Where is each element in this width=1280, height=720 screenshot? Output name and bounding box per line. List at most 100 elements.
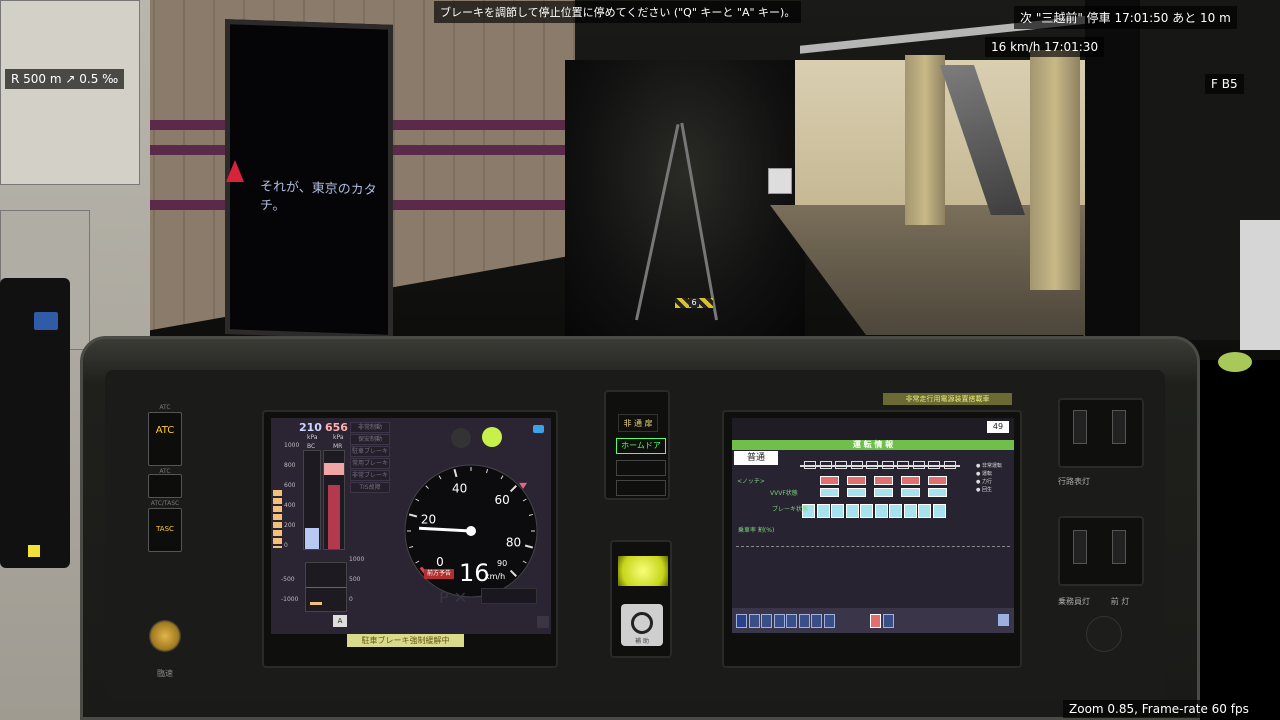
ops-screen: 49 運 転 情 報 普通 <ノッチ> VVVF状態 ブレーキ状態 乗車率 割(…	[732, 418, 1014, 633]
ops-header	[732, 418, 1014, 442]
info-field	[481, 588, 537, 604]
ops-tab[interactable]	[823, 614, 835, 628]
indicator-button: TIS故障	[350, 482, 390, 493]
vvvf-status-block	[847, 488, 866, 497]
blank-lamp-2	[616, 480, 666, 496]
poster-text: それが、東京のカタチ。	[260, 179, 377, 215]
pressure-tick-label: 1000	[284, 442, 300, 449]
headlight-caption: 前 灯	[1110, 597, 1130, 606]
rail-left	[635, 124, 680, 321]
legend-item: ● 力行	[976, 479, 992, 485]
ops-tab[interactable]	[786, 614, 797, 628]
mr-bar	[328, 484, 340, 549]
ops-tab[interactable]	[773, 614, 785, 628]
vvvf-status-block	[901, 488, 920, 497]
ops-tab[interactable]	[798, 614, 810, 628]
door-switch[interactable]: 補 助	[621, 604, 663, 646]
atc-sub-lamp	[148, 474, 182, 498]
ops-tab[interactable]	[736, 614, 747, 628]
pressure-tick-label: 400	[284, 502, 296, 509]
needle-hub	[466, 526, 476, 536]
brake-status-block	[845, 504, 859, 518]
speed-tick-label: 0	[436, 555, 444, 569]
platform-door-lamp: ホームドア	[616, 438, 666, 454]
simulator-view: それが、東京のカタチ。 6 ATC ATC ATC ATC/TASC TASC …	[0, 0, 1280, 720]
instruction-banner: ブレーキを調節して停止位置に停めてください ("Q" キーと "A" キー)。	[434, 1, 802, 23]
mr-unit: kPa	[333, 434, 344, 441]
route-lamp-switch[interactable]	[1073, 410, 1087, 444]
pressure-tick-label: 600	[284, 482, 296, 489]
indicator-button: 非常ブレーキ	[350, 470, 390, 481]
current-tick-label: 0	[349, 596, 353, 603]
ops-extra-tab[interactable]	[883, 614, 894, 628]
vvvf-status-block	[901, 476, 920, 485]
speed-tick-label: 60	[494, 493, 509, 507]
headlight-switch[interactable]	[1112, 530, 1126, 564]
ops-tab[interactable]	[748, 614, 760, 628]
aux-switch[interactable]	[1112, 410, 1126, 444]
vvvf-status-block	[928, 476, 947, 485]
cab-phone[interactable]	[0, 278, 70, 568]
load-label: 乗車率 割(%)	[738, 527, 775, 534]
current-unit: A	[333, 615, 347, 627]
menu-corner-icon[interactable]	[537, 616, 549, 628]
brake-status-block	[903, 504, 917, 518]
blank-lamp-1	[616, 460, 666, 476]
door-switch-knob[interactable]	[631, 612, 653, 634]
ops-alert-tab[interactable]	[870, 614, 881, 628]
phone-handset-label	[34, 312, 58, 330]
emergency-power-label: 非常走行用電源装置搭載車	[883, 393, 1012, 405]
bc-label: BC	[307, 443, 316, 450]
ops-divider	[736, 546, 1010, 547]
current-tick-label: -1000	[281, 596, 299, 603]
current-meter	[305, 562, 347, 612]
notch-label: <ノッチ>	[737, 478, 765, 485]
bc-bar	[305, 528, 319, 549]
ops-tab[interactable]	[761, 614, 772, 628]
pressure-side-bar	[273, 490, 282, 548]
pressure-tick-label: 0	[284, 542, 288, 549]
brake-status-block	[932, 504, 946, 518]
tasc-lamp: TASC	[148, 508, 182, 552]
status-lamp-off	[451, 428, 471, 448]
ops-menu-corner[interactable]	[998, 614, 1009, 626]
pressure-tick-label: 800	[284, 462, 296, 469]
indicator-button: 非常制動	[350, 422, 390, 433]
signal-marker-icon	[226, 160, 244, 182]
digital-speed-unit: km/h	[485, 572, 506, 581]
current-zero-line	[306, 587, 346, 588]
rail-right	[680, 122, 718, 321]
yield-speed-caption: 臨速	[157, 669, 173, 678]
platform-pillar	[905, 55, 945, 225]
tasc-caption: ATC/TASC	[150, 500, 180, 507]
speed-time-readout: 16 km/h 17:01:30	[985, 37, 1105, 57]
brake-status-block	[860, 504, 873, 518]
crew-lamp-switch[interactable]	[1073, 530, 1087, 564]
train-car	[866, 461, 878, 469]
track-marker: 6	[675, 298, 713, 308]
speed-tick-label: 80	[506, 535, 521, 549]
door-open-lamp	[618, 556, 668, 586]
advertisement-poster: それが、東京のカタチ。	[225, 19, 393, 340]
vvvf-status-block	[928, 488, 947, 497]
yield-speed-button[interactable]	[149, 620, 181, 652]
switch-panel-upper	[1058, 398, 1144, 468]
indicator-button: 駐車ブレーキ	[350, 446, 390, 457]
ops-tab[interactable]	[811, 614, 822, 628]
train-car	[881, 461, 894, 469]
pressure-tick-label: 200	[284, 522, 296, 529]
brake-status-block	[918, 504, 931, 518]
phone-lamp	[28, 545, 40, 557]
vvvf-status-block	[874, 476, 893, 485]
curve-grade-readout: R 500 m ↗ 0.5 ‰	[5, 69, 125, 89]
train-car	[804, 461, 816, 469]
train-type: 普通	[734, 451, 778, 465]
current-bar	[310, 602, 322, 605]
right-window	[1240, 220, 1280, 350]
gauge-screen: 210 656 kPa kPa BC MR 1000 800 600 400 200 0 …	[271, 418, 551, 634]
current-tick-label: -500	[281, 576, 295, 583]
atc-caption: ATC	[159, 404, 171, 411]
bc-value: 210	[299, 421, 322, 434]
parking-brake-status: 駐車ブレーキ強制緩解中	[347, 634, 464, 647]
bc-bar-track	[303, 450, 321, 550]
